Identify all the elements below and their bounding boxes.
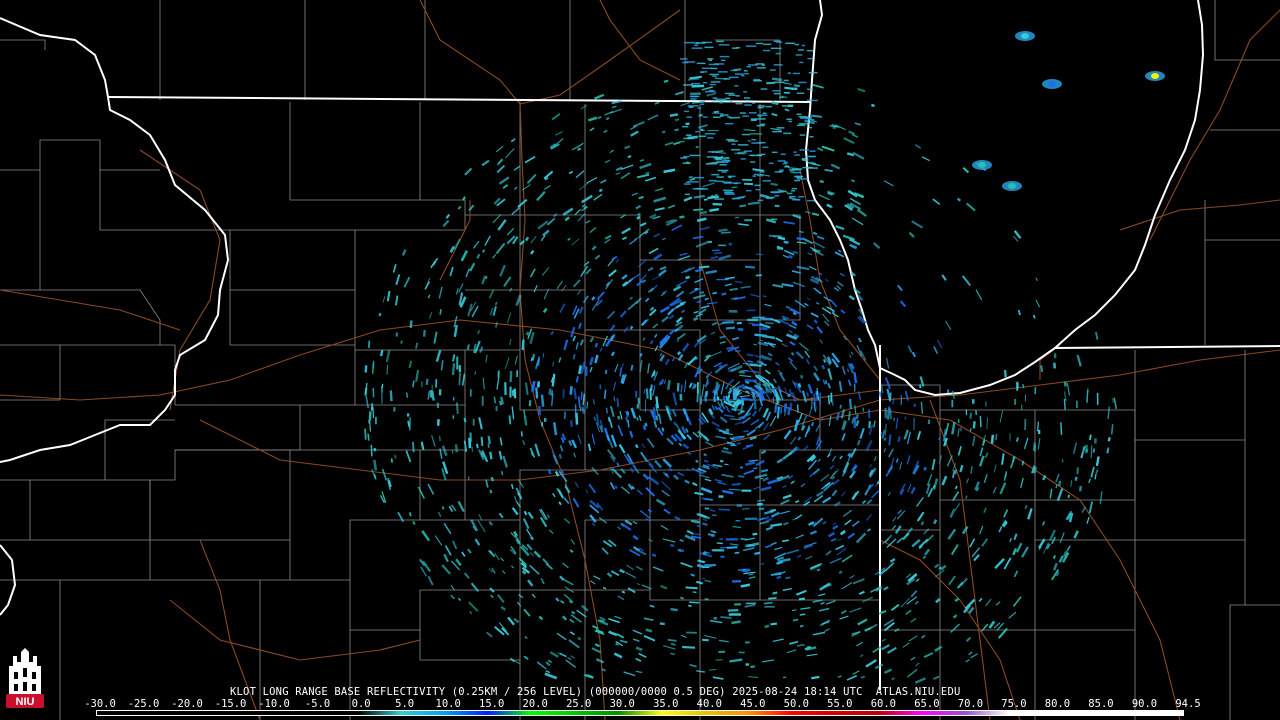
colorbar-segment — [314, 711, 358, 715]
colorbar-label: 35.0 — [653, 698, 679, 710]
colorbar-segment — [792, 711, 836, 715]
colorbar-label: -25.0 — [127, 698, 160, 710]
colorbar-label: 20.0 — [522, 698, 548, 710]
colorbar-segment — [574, 711, 619, 715]
colorbar-label: -10.0 — [258, 698, 290, 710]
colorbar-segment — [965, 711, 1010, 715]
colorbar-segment — [444, 711, 488, 715]
colorbar-label: -15.0 — [214, 698, 247, 710]
colorbar-segment — [748, 711, 792, 715]
colorbar-segment — [140, 711, 184, 715]
colorbar-segment — [227, 711, 271, 715]
colorbar-label: 70.0 — [957, 698, 984, 710]
colorbar-segment — [357, 711, 402, 715]
colorbar-segment — [487, 711, 532, 715]
colorbar-label: 50.0 — [783, 698, 809, 710]
colorbar-label: 0.0 — [351, 698, 371, 710]
caption-product-name: LONG RANGE BASE REFLECTIVITY — [262, 686, 446, 698]
niu-logo: NIU — [3, 646, 47, 716]
caption-station: KLOT — [230, 686, 257, 698]
colorbar-segment — [97, 711, 141, 715]
colorbar-labels: -30.0 -25.0 -20.0 -15.0 -10.0 -5.0 0.0 5.0 10.0 1… — [84, 698, 1200, 710]
product-caption: KLOT LONG RANGE BASE REFLECTIVITY (0.25K… — [230, 686, 1190, 698]
colorbar-label: -20.0 — [171, 698, 203, 710]
colorbar-segment — [401, 711, 445, 715]
colorbar-label: 45.0 — [740, 698, 766, 710]
colorbar-segment — [661, 711, 706, 715]
caption-source: ATLAS.NIU.EDU — [875, 686, 961, 698]
caption-resolution: (0.25KM / 256 LEVEL) — [451, 686, 583, 698]
colorbar-segment — [1052, 711, 1097, 715]
niu-logo-text: NIU — [16, 696, 35, 708]
colorbar-label: 5.0 — [395, 698, 415, 710]
colorbar-label: 25.0 — [566, 698, 592, 710]
colorbar-label: 60.0 — [870, 698, 897, 710]
caption-code: (000000/0000 0.5 DEG) — [588, 686, 726, 698]
colorbar-label: 80.0 — [1044, 698, 1071, 710]
radar-map — [0, 0, 1280, 720]
colorbar-segment — [183, 711, 228, 715]
colorbar — [96, 710, 1184, 716]
colorbar-label: 85.0 — [1088, 698, 1114, 710]
colorbar-label: 94.5 — [1175, 698, 1201, 710]
colorbar-segment — [878, 711, 923, 715]
colorbar-segment — [1096, 711, 1140, 715]
colorbar-segment — [705, 711, 749, 715]
colorbar-label: 90.0 — [1131, 698, 1158, 710]
colorbar-segment — [835, 711, 879, 715]
colorbar-segment — [270, 711, 315, 715]
colorbar-label: -5.0 — [304, 698, 331, 710]
colorbar-label: 40.0 — [696, 698, 722, 710]
colorbar-label: 65.0 — [914, 698, 940, 710]
colorbar-label: 15.0 — [479, 698, 505, 710]
caption-datetime: 2025-08-24 18:14 UTC — [732, 686, 863, 698]
colorbar-label: 10.0 — [435, 698, 461, 710]
colorbar-segment — [922, 711, 966, 715]
colorbar-label: 55.0 — [827, 698, 853, 710]
colorbar-segment — [1139, 711, 1183, 715]
colorbar-label: 75.0 — [1001, 698, 1027, 710]
colorbar-label: 30.0 — [609, 698, 635, 710]
colorbar-segment — [618, 711, 662, 715]
colorbar-segment — [1009, 711, 1053, 715]
colorbar-label: -30.0 — [84, 698, 116, 710]
colorbar-segment — [531, 711, 575, 715]
